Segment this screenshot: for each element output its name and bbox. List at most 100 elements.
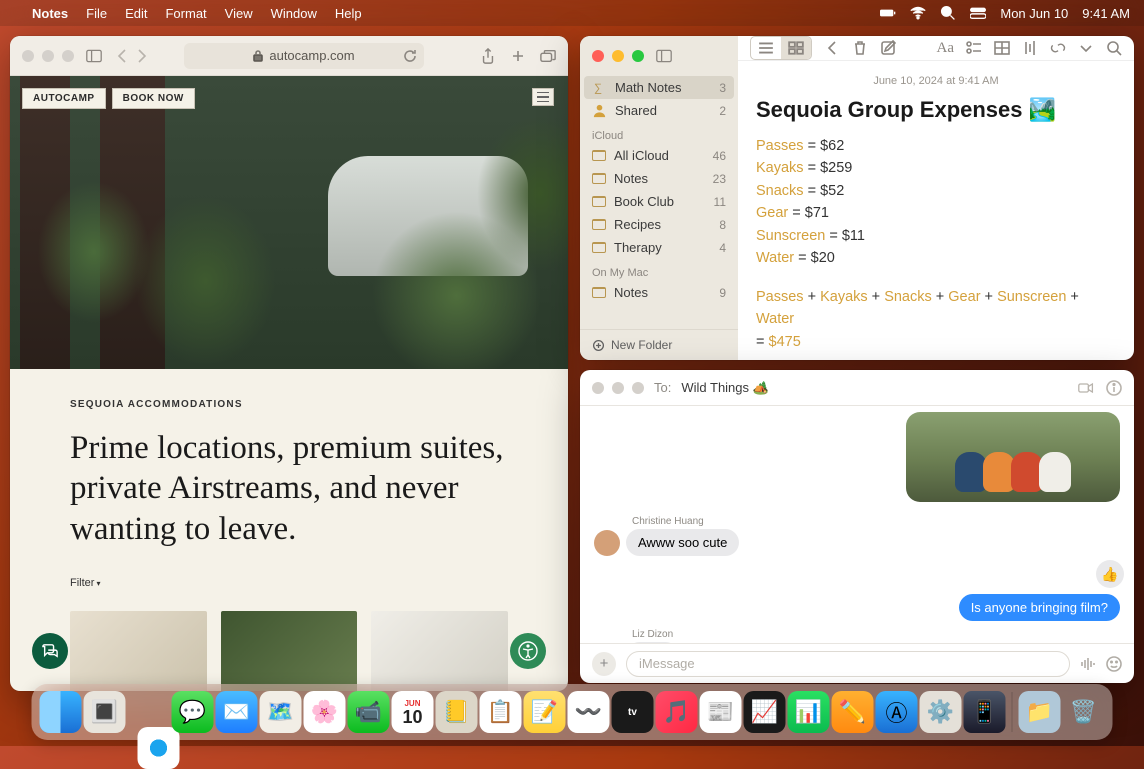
emoji-icon[interactable]	[1106, 656, 1122, 672]
menubar-date[interactable]: Mon Jun 10	[1000, 6, 1068, 21]
listing-thumb[interactable]	[221, 611, 358, 691]
facetime-icon[interactable]	[1078, 380, 1094, 396]
dock-freeform[interactable]: 〰️	[568, 691, 610, 733]
to-value[interactable]: Wild Things 🏕️	[681, 380, 768, 396]
menubar-time[interactable]: 9:41 AM	[1082, 6, 1130, 21]
control-center-icon[interactable]	[970, 5, 986, 21]
book-now-button[interactable]: BOOK NOW	[112, 88, 195, 109]
safari-traffic-lights[interactable]	[22, 50, 74, 62]
new-folder-button[interactable]: New Folder	[580, 329, 738, 360]
forward-icon[interactable]	[134, 48, 150, 64]
back-icon[interactable]	[114, 48, 130, 64]
new-tab-icon[interactable]	[510, 48, 526, 64]
attachment-image[interactable]	[906, 412, 1120, 502]
menu-help[interactable]: Help	[335, 6, 362, 21]
dock-mail[interactable]: ✉️	[216, 691, 258, 733]
site-logo[interactable]: AUTOCAMP	[22, 88, 106, 109]
note-date: June 10, 2024 at 9:41 AM	[756, 75, 1116, 87]
wifi-icon[interactable]	[910, 5, 926, 21]
add-attachment-button[interactable]: +	[592, 652, 616, 676]
messages-traffic-lights[interactable]	[592, 382, 644, 394]
message-bubble[interactable]: I am!	[626, 642, 679, 643]
message-thread[interactable]: Christine Huang Awww soo cute 👍 Is anyon…	[580, 406, 1134, 643]
dock-stocks[interactable]: 📈	[744, 691, 786, 733]
accessibility-fab-icon[interactable]	[510, 633, 546, 669]
chat-fab-icon[interactable]	[32, 633, 68, 669]
table-icon[interactable]	[994, 40, 1010, 56]
dock-messages[interactable]: 💬	[172, 691, 214, 733]
menu-format[interactable]: Format	[165, 6, 206, 21]
battery-icon[interactable]	[880, 5, 896, 21]
sidebar-therapy[interactable]: Therapy4	[580, 236, 738, 259]
reload-icon[interactable]	[402, 48, 418, 64]
listing-thumb[interactable]	[70, 611, 207, 691]
lock-icon	[253, 50, 263, 62]
dock-tv[interactable]: tv	[612, 691, 654, 733]
safari-address-bar[interactable]: autocamp.com	[184, 43, 424, 69]
more-icon[interactable]	[1078, 40, 1094, 56]
format-icon[interactable]: Aa	[937, 40, 955, 57]
message-bubble[interactable]: Awww soo cute	[626, 529, 739, 556]
dock-launchpad[interactable]: 🔳	[84, 691, 126, 733]
sidebar-notes[interactable]: Notes23	[580, 167, 738, 190]
sidebar-recipes[interactable]: Recipes8	[580, 213, 738, 236]
avatar[interactable]	[594, 530, 620, 556]
dock-pages[interactable]: ✏️	[832, 691, 874, 733]
menu-file[interactable]: File	[86, 6, 107, 21]
dock-numbers[interactable]: 📊	[788, 691, 830, 733]
sidebar-book-club[interactable]: Book Club11	[580, 190, 738, 213]
dock-safari[interactable]	[138, 727, 180, 769]
tabs-icon[interactable]	[540, 48, 556, 64]
dock-photos[interactable]: 🌸	[304, 691, 346, 733]
search-icon[interactable]	[1106, 40, 1122, 56]
delete-icon[interactable]	[852, 40, 868, 56]
filter-button[interactable]: Filter	[70, 577, 508, 589]
menu-view[interactable]: View	[225, 6, 253, 21]
dock-reminders[interactable]: 📋	[480, 691, 522, 733]
message-input[interactable]: iMessage	[626, 651, 1070, 677]
menubar-app-name[interactable]: Notes	[32, 6, 68, 21]
note-title: Sequoia Group Expenses 🏞️	[756, 97, 1116, 123]
link-icon[interactable]	[1050, 40, 1066, 56]
dock-downloads[interactable]: 📁	[1019, 691, 1061, 733]
sidebar-shared[interactable]: Shared2	[580, 99, 738, 122]
safari-sidebar-icon[interactable]	[86, 48, 102, 64]
dock-facetime[interactable]: 📹	[348, 691, 390, 733]
share-icon[interactable]	[480, 48, 496, 64]
dock-iphone-mirror[interactable]: 📱	[964, 691, 1006, 733]
notes-toolbar: Aa	[738, 36, 1134, 61]
dock-notes[interactable]: 📝	[524, 691, 566, 733]
sidebar-mac-notes[interactable]: Notes9	[580, 281, 738, 304]
checklist-icon[interactable]	[966, 40, 982, 56]
folder-icon	[592, 219, 606, 230]
dock-calendar[interactable]: JUN10	[392, 691, 434, 733]
media-icon[interactable]	[1022, 40, 1038, 56]
info-icon[interactable]	[1106, 380, 1122, 396]
dock-news[interactable]: 📰	[700, 691, 742, 733]
dock-settings[interactable]: ⚙️	[920, 691, 962, 733]
notes-sidebar-icon[interactable]	[656, 48, 672, 64]
listing-thumb[interactable]	[371, 611, 508, 691]
dock-music[interactable]: 🎵	[656, 691, 698, 733]
note-editor[interactable]: June 10, 2024 at 9:41 AM Sequoia Group E…	[738, 61, 1134, 360]
notes-traffic-lights[interactable]	[592, 50, 644, 62]
dock-trash[interactable]: 🗑️	[1063, 691, 1105, 733]
audio-waveform-icon[interactable]	[1080, 656, 1096, 672]
view-mode-toggle[interactable]	[750, 36, 812, 60]
sidebar-all-icloud[interactable]: All iCloud46	[580, 144, 738, 167]
back-icon[interactable]	[824, 40, 840, 56]
reaction[interactable]: 👍	[1096, 560, 1124, 588]
menu-window[interactable]: Window	[271, 6, 317, 21]
sidebar-math-notes[interactable]: ∑ Math Notes3	[584, 76, 734, 99]
message-bubble[interactable]: Is anyone bringing film?	[959, 594, 1120, 621]
dock-finder[interactable]	[40, 691, 82, 733]
dock-maps[interactable]: 🗺️	[260, 691, 302, 733]
dock-app-store[interactable]: Ⓐ	[876, 691, 918, 733]
hamburger-icon[interactable]	[532, 88, 554, 106]
compose-icon[interactable]	[880, 40, 896, 56]
section-on-my-mac: On My Mac	[580, 259, 738, 281]
spotlight-icon[interactable]	[940, 5, 956, 21]
dock-contacts[interactable]: 📒	[436, 691, 478, 733]
folder-icon	[592, 287, 606, 298]
menu-edit[interactable]: Edit	[125, 6, 147, 21]
